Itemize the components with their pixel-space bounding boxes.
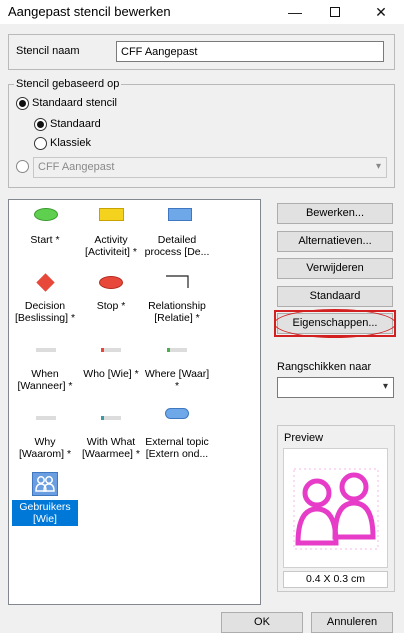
list-item[interactable]: Stop * bbox=[78, 276, 144, 336]
based-on-legend: Stencil gebaseerd op bbox=[14, 78, 122, 90]
green-ellipse-icon bbox=[34, 208, 58, 221]
blue-capsule-icon bbox=[165, 408, 189, 419]
shape-label: Why [Waarom] * bbox=[18, 436, 72, 460]
yellow-rectangle-icon bbox=[99, 208, 124, 221]
small-bar-icon bbox=[167, 348, 187, 352]
classic-label: Klassiek bbox=[50, 137, 91, 149]
window-title: Aangepast stencil bewerken bbox=[8, 4, 171, 19]
preview-area bbox=[283, 448, 388, 568]
minimize-button[interactable]: — bbox=[280, 2, 310, 22]
edit-button[interactable]: Bewerken... bbox=[277, 203, 393, 224]
small-bar-icon bbox=[101, 416, 121, 420]
users-glyph bbox=[35, 476, 55, 492]
preview-label: Preview bbox=[284, 432, 324, 444]
list-item[interactable]: Activity [Activiteit] * bbox=[78, 208, 144, 268]
list-item[interactable]: Detailed process [De... bbox=[144, 208, 210, 268]
shape-label: Decision [Beslissing] * bbox=[14, 300, 76, 324]
delete-button[interactable]: Verwijderen bbox=[277, 258, 393, 279]
list-item[interactable]: Decision [Beslissing] * bbox=[12, 273, 78, 336]
sort-label: Rangschikken naar bbox=[277, 361, 372, 373]
connector-line-icon bbox=[166, 275, 189, 288]
chevron-down-icon: ▾ bbox=[375, 161, 381, 172]
shape-label: When [Wanneer] * bbox=[17, 368, 73, 392]
users-icon bbox=[32, 472, 58, 496]
chevron-down-icon: ▾ bbox=[382, 381, 388, 392]
list-item[interactable]: Start * bbox=[12, 208, 78, 268]
cancel-button[interactable]: Annuleren bbox=[311, 612, 393, 633]
users-preview-icon bbox=[293, 468, 379, 550]
red-ellipse-icon bbox=[99, 276, 123, 289]
standard-label: Standaard bbox=[50, 118, 101, 130]
shape-label: Who [Wie] * bbox=[83, 368, 139, 380]
list-item[interactable]: Why [Waarom] * bbox=[12, 416, 78, 476]
shape-label: Detailed process [De... bbox=[144, 234, 210, 258]
list-item[interactable]: When [Wanneer] * bbox=[12, 348, 78, 408]
ok-button[interactable]: OK bbox=[221, 612, 303, 633]
small-bar-icon bbox=[36, 348, 56, 352]
list-item[interactable]: Relationship [Relatie] * bbox=[144, 270, 210, 336]
shape-label: Gebruikers [Wie] bbox=[12, 500, 78, 526]
custom-stencil-select[interactable]: CFF Aangepast ▾ bbox=[33, 157, 387, 178]
list-item[interactable]: Where [Waar] * bbox=[144, 348, 210, 408]
shape-label: Activity [Activiteit] * bbox=[85, 234, 137, 258]
classic-radio[interactable] bbox=[34, 137, 47, 150]
custom-stencil-radio[interactable] bbox=[16, 160, 29, 173]
small-bar-icon bbox=[36, 416, 56, 420]
custom-stencil-value: CFF Aangepast bbox=[38, 161, 115, 173]
standard-stencil-label: Standaard stencil bbox=[32, 97, 117, 109]
shape-label: Start * bbox=[30, 234, 60, 246]
preview-size: 0.4 X 0.3 cm bbox=[283, 571, 388, 588]
blue-rectangle-icon bbox=[168, 208, 192, 221]
shape-label: With What [Waarmee] * bbox=[82, 436, 140, 460]
default-button[interactable]: Standaard bbox=[277, 286, 393, 307]
standard-radio[interactable] bbox=[34, 118, 47, 131]
close-button[interactable]: ✕ bbox=[366, 2, 396, 22]
stencil-name-input[interactable] bbox=[116, 41, 384, 62]
title-bar: Aangepast stencil bewerken — ✕ bbox=[0, 0, 404, 24]
shape-label: External topic [Extern ond... bbox=[145, 436, 209, 460]
red-diamond-icon bbox=[36, 273, 55, 292]
list-item[interactable]: External topic [Extern ond... bbox=[144, 408, 210, 476]
small-bar-icon bbox=[101, 348, 121, 352]
sort-select[interactable]: ▾ bbox=[277, 377, 394, 398]
list-item-selected[interactable]: Gebruikers [Wie] bbox=[12, 472, 78, 534]
standard-stencil-radio[interactable] bbox=[16, 97, 29, 110]
stencil-name-label: Stencil naam bbox=[16, 45, 80, 57]
shapes-list[interactable]: Start * Activity [Activiteit] * Detailed… bbox=[8, 199, 261, 605]
shape-label: Where [Waar] * bbox=[144, 368, 210, 392]
properties-button[interactable]: Eigenschappen... bbox=[274, 309, 396, 338]
list-item[interactable]: Who [Wie] * bbox=[78, 348, 144, 408]
shape-label: Relationship [Relatie] * bbox=[148, 300, 206, 324]
list-item[interactable]: With What [Waarmee] * bbox=[78, 416, 144, 476]
maximize-button[interactable] bbox=[320, 2, 350, 22]
shape-label: Stop * bbox=[96, 300, 126, 312]
maximize-icon bbox=[330, 7, 340, 17]
alternatives-button[interactable]: Alternatieven... bbox=[277, 231, 393, 252]
